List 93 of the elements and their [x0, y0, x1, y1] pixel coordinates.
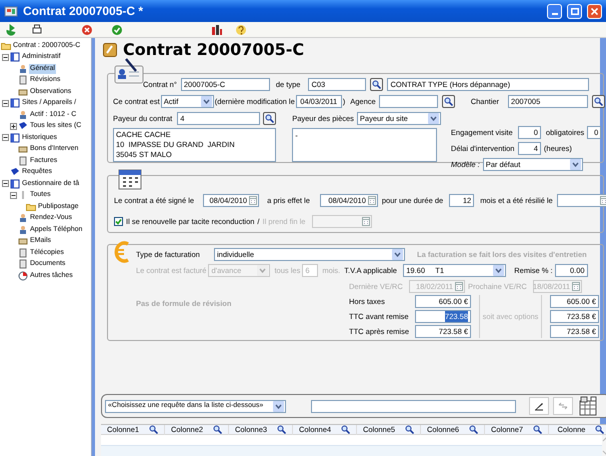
help-icon	[235, 24, 247, 36]
document-icon	[18, 75, 28, 86]
caret-icon	[572, 162, 579, 167]
folder-icon	[1, 40, 11, 51]
calendar-icon	[455, 282, 463, 291]
contract-icon	[103, 43, 117, 57]
minus-icon	[3, 181, 8, 186]
search-icon	[595, 425, 604, 434]
search-icon	[213, 425, 222, 434]
lookup-button[interactable]	[263, 112, 276, 125]
person-icon	[18, 224, 28, 235]
export-button[interactable]	[577, 396, 599, 416]
chart-icon	[211, 24, 223, 36]
search-icon	[277, 425, 286, 434]
book-icon	[10, 167, 20, 178]
book-icon	[10, 98, 20, 108]
clock-icon	[18, 270, 28, 281]
cancel-button[interactable]	[80, 22, 94, 36]
book-icon	[18, 121, 28, 132]
document-icon	[18, 248, 28, 258]
page-heading: Contrat 20007005-C	[123, 39, 304, 61]
minus-icon	[3, 54, 8, 60]
help-button[interactable]	[234, 22, 248, 36]
collapse-button[interactable]	[2, 134, 9, 142]
expand-button[interactable]	[10, 122, 17, 130]
plus-icon	[11, 124, 16, 129]
close-button[interactable]	[587, 4, 602, 18]
date-field[interactable]	[556, 194, 606, 207]
search-icon	[265, 114, 274, 123]
maximize-icon	[570, 8, 578, 14]
book-icon	[10, 52, 20, 62]
arrows-icon	[558, 401, 568, 411]
calendar-icon	[368, 196, 376, 205]
note-icon	[18, 86, 28, 97]
collapse-button[interactable]	[2, 180, 9, 188]
folder-icon	[26, 202, 36, 212]
caret-icon	[202, 99, 210, 104]
search-icon	[372, 80, 382, 89]
euro-icon	[114, 240, 130, 264]
checkbox[interactable]	[114, 217, 123, 226]
lookup-button[interactable]	[592, 95, 606, 108]
collapse-button[interactable]	[2, 54, 9, 61]
pen-icon	[534, 401, 544, 411]
person-icon	[18, 64, 28, 74]
minimize-icon	[552, 12, 558, 14]
report-button[interactable]	[210, 22, 224, 36]
person-icon	[18, 213, 28, 224]
book-icon	[10, 178, 20, 189]
caret-icon	[259, 268, 266, 273]
search-icon	[405, 425, 414, 434]
collapse-button[interactable]	[10, 192, 17, 199]
book-icon	[10, 132, 20, 143]
calendar-icon	[572, 282, 580, 291]
minus-icon	[3, 100, 8, 106]
text-field[interactable]	[378, 95, 438, 108]
note-icon	[18, 144, 28, 154]
maximize-button[interactable]	[567, 4, 582, 18]
edit-query-button[interactable]	[529, 397, 549, 415]
calendar-icon	[249, 196, 258, 205]
search-icon	[533, 425, 542, 434]
caret-icon	[495, 268, 502, 273]
document-icon	[18, 259, 28, 270]
minus-icon	[3, 135, 8, 140]
search-icon	[341, 425, 350, 434]
print-button[interactable]	[30, 22, 44, 36]
search-icon	[469, 425, 478, 434]
recycle-icon	[5, 24, 17, 36]
lookup-button[interactable]	[370, 78, 384, 91]
search-icon	[444, 97, 453, 106]
date-field[interactable]	[312, 215, 372, 228]
search-field[interactable]	[311, 400, 516, 412]
calendar-icon	[118, 168, 142, 190]
minus-icon	[11, 192, 16, 198]
collapse-button[interactable]	[2, 100, 9, 107]
search-icon	[149, 425, 158, 434]
app-icon	[4, 5, 18, 17]
search-icon	[594, 97, 604, 106]
minimize-button[interactable]	[547, 4, 562, 18]
validate-button[interactable]	[110, 22, 124, 36]
document-icon	[18, 156, 28, 166]
contract-card-icon	[114, 58, 144, 84]
calendar-icon	[362, 217, 370, 226]
person-icon	[18, 110, 28, 120]
refresh-button[interactable]	[4, 22, 18, 36]
caret-icon	[430, 116, 437, 121]
note-icon	[18, 236, 28, 246]
caret-icon	[275, 404, 282, 408]
check-icon	[115, 218, 122, 225]
close-icon	[591, 8, 598, 14]
lookup-button[interactable]	[442, 95, 455, 108]
calendar-icon	[600, 196, 606, 205]
caret-icon	[394, 252, 401, 257]
window-title: Contrat 20007005-C *	[23, 3, 144, 20]
